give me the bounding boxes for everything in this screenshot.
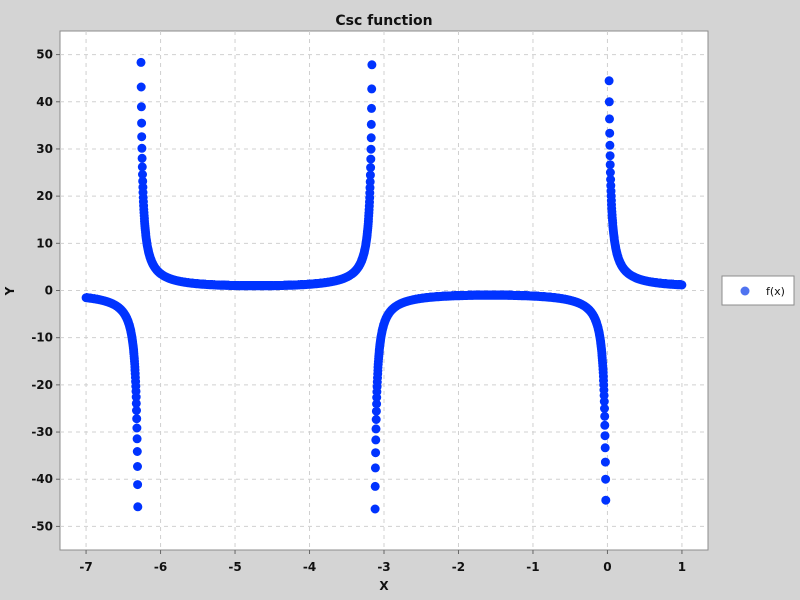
y-tick-label: -50 xyxy=(31,519,53,533)
x-tick-label: -6 xyxy=(154,560,167,574)
chart-title: Csc function xyxy=(335,13,432,29)
x-tick-label: -5 xyxy=(228,560,241,574)
x-tick-label: -7 xyxy=(79,560,92,574)
y-tick-label: 40 xyxy=(36,95,53,109)
chart: -7 -6 -5 -4 -3 -2 -1 0 1 -50 -40 -30 -20 -10 0 10 20 30 40… xyxy=(0,0,800,600)
y-tick-label: 50 xyxy=(36,48,53,62)
x-tick-label: -3 xyxy=(377,560,390,574)
x-axis-label: X xyxy=(379,579,389,593)
x-tick-label: -4 xyxy=(303,560,316,574)
y-tick-label: -10 xyxy=(31,331,53,345)
y-tick-label: -40 xyxy=(31,472,53,486)
x-tick-label: -2 xyxy=(452,560,465,574)
x-tick-label: 0 xyxy=(603,560,611,574)
y-axis-label: Y xyxy=(3,286,17,296)
y-tick-label: -20 xyxy=(31,378,53,392)
legend: f(x) xyxy=(721,275,795,306)
legend-marker xyxy=(740,286,750,296)
y-tick-label: -30 xyxy=(31,425,53,439)
legend-label: f(x) xyxy=(766,285,785,298)
y-tick-label: 30 xyxy=(36,142,53,156)
x-tick-label: -1 xyxy=(526,560,539,574)
chart-svg: -7 -6 -5 -4 -3 -2 -1 0 1-50-40-30-20-10010203040… xyxy=(3,13,795,593)
y-tick-label: 10 xyxy=(36,236,53,250)
y-tick-label: 20 xyxy=(36,189,53,203)
y-tick-label: 0 xyxy=(45,284,53,298)
x-tick-label: 1 xyxy=(678,560,686,574)
